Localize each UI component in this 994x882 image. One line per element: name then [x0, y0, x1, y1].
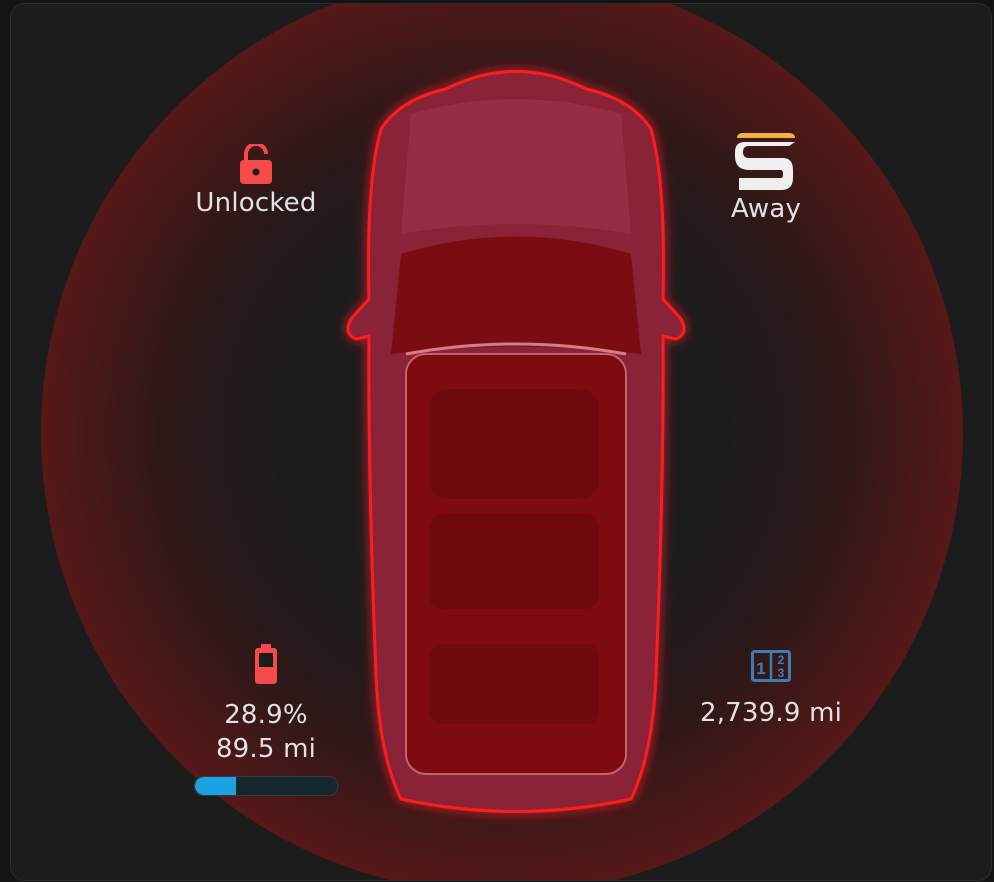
car-seats-rear: [429, 514, 599, 609]
lock-status-label: Unlocked: [195, 188, 317, 218]
car-top-view[interactable]: [331, 54, 701, 824]
lock-open-icon: [240, 144, 272, 184]
numeric-counter-icon: 1 2 3: [751, 650, 791, 682]
odometer-tile[interactable]: 1 2 3 2,739.9 mi: [691, 650, 851, 730]
battery-level-label: 28.9%: [224, 700, 308, 730]
battery-progress-bar: [194, 776, 338, 796]
svg-text:3: 3: [778, 666, 785, 680]
car-windshield: [391, 236, 641, 354]
car-seats-front: [429, 389, 599, 499]
odometer-value-label: 2,739.9 mi: [699, 698, 843, 728]
svg-text:2: 2: [778, 653, 785, 667]
battery-low-icon: [255, 644, 277, 684]
sentry-s-logo-icon: [735, 133, 795, 190]
battery-range-label: 89.5 mi: [215, 734, 317, 764]
battery-tile[interactable]: 28.9% 89.5 mi: [181, 644, 351, 796]
lock-tile[interactable]: Unlocked: [171, 144, 341, 220]
car-hood: [401, 99, 631, 234]
vehicle-card: Unlocked Away 28.9% 89.5 mi 1 2 3 2,739.…: [10, 3, 992, 881]
mode-tile[interactable]: Away: [691, 132, 841, 226]
mode-status-label: Away: [730, 194, 802, 224]
battery-progress-fill: [195, 777, 237, 795]
svg-text:1: 1: [756, 659, 765, 678]
car-trunk: [429, 644, 599, 724]
